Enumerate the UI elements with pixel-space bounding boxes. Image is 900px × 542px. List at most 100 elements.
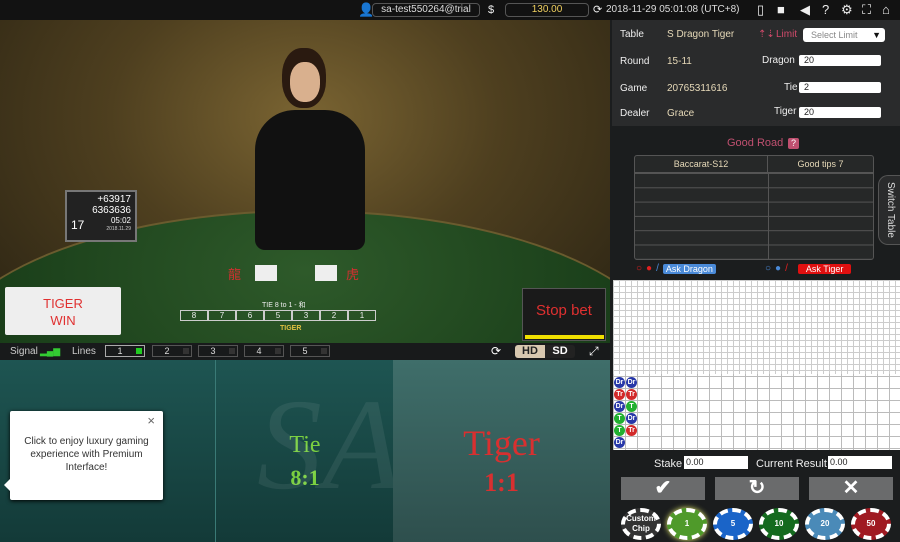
line-label: 1 — [117, 346, 123, 356]
tiger-bet-zone[interactable]: Tiger 1:1 — [393, 360, 610, 542]
chevron-down-icon: ▼ — [872, 30, 881, 40]
line-3-button[interactable]: 3 — [198, 345, 238, 357]
blue-dot-icon: ● — [775, 263, 782, 274]
line-2-button[interactable]: 2 — [152, 345, 192, 357]
chip-20[interactable]: 20 — [805, 508, 845, 540]
good-road-title: Good Road — [727, 137, 784, 149]
chip-1[interactable]: 1 — [667, 508, 707, 540]
tie-number: 8 — [180, 310, 208, 321]
tiger-limit-field[interactable]: 20 — [799, 107, 881, 118]
dragon-ask-legend: ○ ● / Ask Dragon — [636, 263, 716, 274]
red-ring-icon: ○ — [636, 263, 643, 274]
hd-button[interactable]: HD — [515, 345, 545, 358]
dragon-limit-label: Dragon — [762, 55, 795, 66]
dragon-card — [255, 265, 277, 281]
bead-tr: Tr — [626, 425, 637, 436]
line-label: 2 — [164, 346, 170, 356]
cancel-bet-button[interactable]: ✕ — [809, 477, 893, 500]
chip-50[interactable]: 50 — [851, 508, 891, 540]
select-limit-dropdown[interactable]: Select Limit ▼ — [803, 28, 885, 42]
gear-icon[interactable]: ⚙ — [841, 2, 853, 18]
premium-tooltip[interactable]: × Click to enjoy luxury gaming experienc… — [4, 411, 163, 500]
balance: 130.00 — [505, 3, 589, 17]
bead-t: T — [626, 401, 637, 412]
tiger-limit-label: Tiger — [774, 106, 797, 117]
stake-label: Stake — [654, 458, 683, 470]
tie-number: 5 — [264, 310, 292, 321]
bead-t: T — [614, 413, 625, 424]
line-4-button[interactable]: 4 — [244, 345, 284, 357]
chip-10[interactable]: 10 — [759, 508, 799, 540]
tie-bet-zone[interactable]: SA Tie 8:1 — [217, 360, 401, 542]
bead-dr: Dr — [614, 377, 625, 388]
line-label: 4 — [256, 346, 262, 356]
stake-field: 0.00 — [684, 456, 748, 469]
lines-label: Lines — [72, 346, 96, 357]
table-display: +63917 6363636 17 05:02 2018.11.29 — [65, 190, 137, 242]
limit-label: Limit — [776, 29, 798, 40]
big-road-grid — [613, 280, 900, 374]
tiger-ask-legend: ○ ● / Ask Tiger — [765, 263, 852, 274]
result-banner: TIGER WIN — [5, 287, 121, 335]
tie-number: 1 — [348, 310, 376, 321]
username: sa-test550264@trial — [372, 3, 480, 17]
ask-tiger-button[interactable]: Ask Tiger — [797, 263, 852, 274]
tie-label: TIE 8 to 1 - 和 — [262, 302, 306, 309]
line-label: 5 — [302, 346, 308, 356]
good-road-help-icon[interactable]: ? — [788, 138, 799, 149]
tie-number: 3 — [292, 310, 320, 321]
close-icon[interactable]: × — [147, 414, 155, 427]
tie-limit-field[interactable]: 2 — [799, 82, 881, 93]
chip-custom-chip[interactable]: Custom Chip — [621, 508, 661, 540]
tie-number: 7 — [208, 310, 236, 321]
help-icon[interactable]: ? — [822, 2, 829, 18]
refresh-icon[interactable]: ⟳ — [593, 2, 602, 18]
video-off-icon[interactable]: ■ — [777, 2, 785, 18]
sd-button[interactable]: SD — [545, 345, 575, 358]
tie-limit-label: Tie — [784, 82, 798, 93]
dealer-label: Dealer — [620, 108, 650, 119]
road-map-grid: Dr Tr Dr T T Dr Dr Tr T Dr Tr — [613, 280, 900, 450]
confirm-bet-button[interactable]: ✔ — [621, 477, 705, 500]
red-dot-icon: ● — [646, 263, 653, 274]
tiger-card — [315, 265, 337, 281]
stop-bet-status: Stop bet — [522, 288, 606, 341]
repeat-bet-button[interactable]: ↻ — [715, 477, 799, 500]
dealer-body — [255, 110, 365, 250]
display-round: 17 — [71, 217, 85, 232]
limit-icon: ⇡⇣ — [758, 29, 775, 40]
line-5-button[interactable]: 5 — [290, 345, 330, 357]
display-time: 05:02 — [110, 216, 131, 225]
switch-table-tab[interactable]: Switch Table — [878, 175, 900, 245]
coin-icon: $ — [488, 4, 495, 16]
good-road-column-header: Good tips 7 — [797, 159, 844, 169]
ask-dragon-button[interactable]: Ask Dragon — [662, 263, 716, 274]
chip-5[interactable]: 5 — [713, 508, 753, 540]
good-road-rows — [635, 173, 873, 259]
dragon-limit-field[interactable]: 20 — [799, 55, 881, 66]
result-line1: TIGER — [43, 296, 83, 311]
line-1-button[interactable]: 1 — [105, 345, 145, 357]
bead-dr: Dr — [626, 413, 637, 424]
tooltip-arrow — [4, 479, 10, 491]
fullscreen-icon[interactable]: ⛶ — [862, 2, 871, 18]
result-line2: WIN — [50, 313, 76, 328]
reload-video-icon[interactable]: ⟳ — [491, 344, 501, 358]
select-limit-value: Select Limit — [811, 30, 858, 40]
round-value: 15-11 — [667, 56, 692, 67]
sa-watermark-logo: SA — [257, 373, 402, 517]
good-road-column-header: Baccarat-S12 — [635, 156, 768, 172]
blue-slash-icon: / — [656, 263, 659, 274]
signal-icon: ▂▄▆ — [40, 346, 61, 356]
mobile-icon[interactable]: ▯ — [757, 2, 764, 18]
current-result-field: 0.00 — [828, 456, 892, 469]
bead-dr: Dr — [614, 401, 625, 412]
expand-icon[interactable]: ⤢ — [589, 344, 599, 359]
game-value: 20765311616 — [667, 83, 728, 94]
sound-mute-icon[interactable]: ◀ — [800, 2, 810, 18]
tie-number: 2 — [320, 310, 348, 321]
dealer-face — [290, 62, 320, 102]
home-icon[interactable]: ⌂ — [882, 2, 890, 18]
dealer-value: Grace — [667, 108, 695, 119]
blue-ring-icon: ○ — [765, 263, 772, 274]
